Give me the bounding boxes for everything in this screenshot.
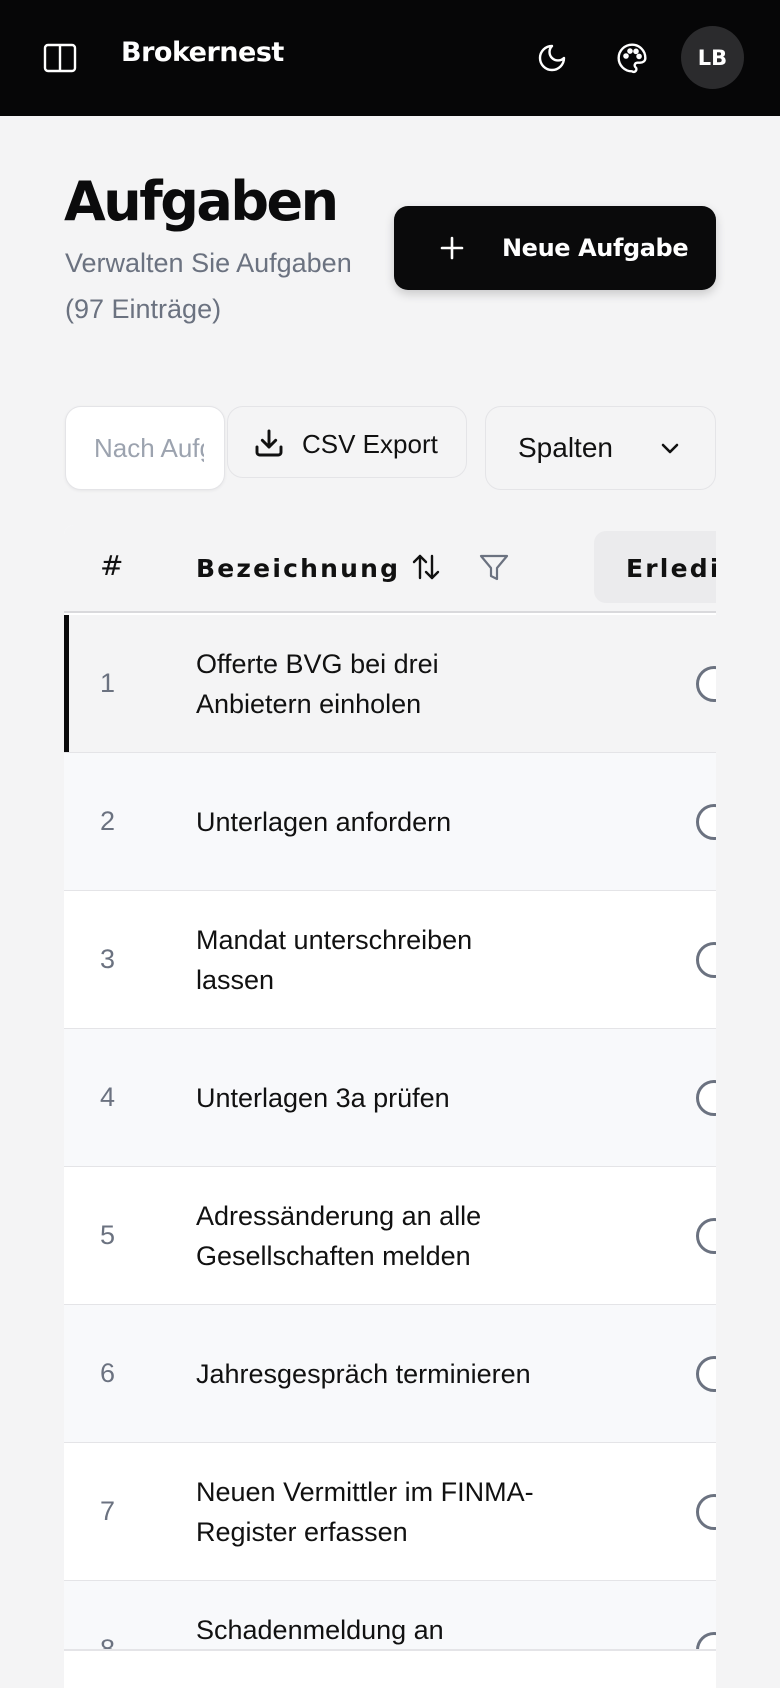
new-task-button[interactable]: Neue Aufgabe	[394, 206, 716, 290]
row-number: 3	[100, 944, 116, 974]
row-number: 7	[100, 1496, 116, 1526]
top-bar: Brokernest LB	[0, 0, 780, 116]
row-number: 1	[100, 668, 116, 698]
new-task-label: Neue Aufgabe	[502, 234, 689, 262]
columns-label: Spalten	[518, 432, 613, 463]
table-row[interactable]: 6 Jahresgespräch terminieren	[64, 1305, 716, 1443]
chevron-down-icon	[661, 443, 679, 454]
row-number: 6	[100, 1358, 116, 1388]
task-name: Jahresgespräch terminieren	[196, 1358, 531, 1389]
done-checkbox[interactable]	[696, 1217, 716, 1254]
filter-icon[interactable]	[477, 551, 511, 585]
user-avatar[interactable]: LB	[681, 26, 744, 89]
column-header-name[interactable]: Bezeichnung	[196, 554, 400, 583]
task-name: Unterlagen anfordern	[196, 806, 452, 837]
row-number: 5	[100, 1220, 116, 1250]
table-header: # Bezeichnung Erledigt	[64, 525, 716, 613]
done-checkbox[interactable]	[696, 803, 716, 840]
done-checkbox[interactable]	[696, 1493, 716, 1530]
row-number: 4	[100, 1082, 116, 1112]
done-checkbox[interactable]	[696, 665, 716, 702]
table-row[interactable]: 1 Offerte BVG bei drei Anbietern einholen	[64, 615, 716, 753]
done-checkbox[interactable]	[696, 1355, 716, 1392]
page-title: Aufgaben	[64, 170, 339, 233]
row-number: 2	[100, 806, 116, 836]
table-row[interactable]: 4 Unterlagen 3a prüfen	[64, 1029, 716, 1167]
task-name: Mandat unterschreiben lassen	[196, 924, 473, 995]
done-checkbox[interactable]	[696, 1079, 716, 1116]
task-name: Adressänderung an alle Gesellschaften me…	[196, 1200, 482, 1271]
plus-icon	[440, 236, 464, 260]
moon-icon[interactable]	[534, 40, 570, 76]
table-row[interactable]: 2 Unterlagen anfordern	[64, 753, 716, 891]
task-name: Neuen Vermittler im FINMA-Register erfas…	[196, 1476, 534, 1547]
download-icon	[255, 429, 283, 457]
table-row[interactable]: 3 Mandat unterschreiben lassen	[64, 891, 716, 1029]
task-name: Offerte BVG bei drei Anbietern einholen	[196, 648, 439, 719]
columns-dropdown[interactable]: Spalten	[485, 406, 716, 490]
column-header-done[interactable]: Erledigt	[626, 554, 716, 583]
done-checkbox[interactable]	[696, 941, 716, 978]
csv-export-label: CSV Export	[302, 429, 438, 459]
search-field[interactable]	[65, 406, 225, 490]
palette-icon[interactable]	[614, 40, 650, 76]
search-input[interactable]	[94, 427, 204, 469]
app-name[interactable]: Brokernest	[121, 37, 284, 68]
task-name: Unterlagen 3a prüfen	[196, 1082, 450, 1113]
column-header-number: #	[100, 549, 124, 582]
page-subtitle: Verwalten Sie Aufgaben (97 Einträge)	[65, 248, 352, 324]
sort-icon[interactable]	[409, 550, 443, 584]
table-footer-area	[64, 1651, 716, 1688]
tasks-table: # Bezeichnung Erledigt 1 Offerte BVG bei …	[64, 525, 716, 1688]
table-row[interactable]: 5 Adressänderung an alle Gesellschaften m…	[64, 1167, 716, 1305]
selected-row-indicator	[64, 615, 69, 752]
sidebar-toggle-icon[interactable]	[42, 42, 78, 74]
table-row[interactable]: 7 Neuen Vermittler im FINMA-Register erfa…	[64, 1443, 716, 1581]
csv-export-button[interactable]: CSV Export	[227, 406, 467, 478]
